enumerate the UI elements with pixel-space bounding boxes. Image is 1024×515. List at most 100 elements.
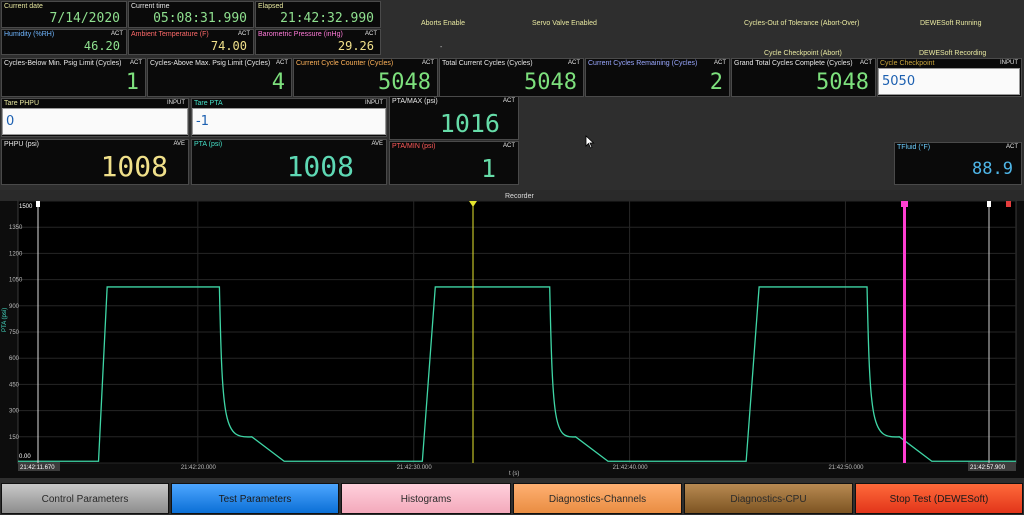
tare-pta-label: Tare PTA	[194, 100, 223, 107]
x-tick-label: 21:42:50.000	[828, 465, 864, 471]
x-axis-label: t (s)	[509, 471, 519, 477]
pta-tile: PTA (psi) AVE 1008	[191, 139, 387, 185]
phpu-value: 1008	[100, 150, 168, 183]
recorder-title: Recorder	[505, 193, 534, 200]
tare-pta-tag: INPUT	[365, 100, 383, 106]
y-tick-label: 1050	[9, 278, 23, 284]
cycles-below-min-tile: Cycles-Below Min. Psig Limit (Cycles) AC…	[1, 58, 146, 97]
stop-test-button[interactable]: Stop Test (DEWESoft)	[855, 483, 1023, 514]
current-time-value: 05:08:31.990	[153, 11, 247, 26]
cycle-checkpoint-tag: INPUT	[1000, 60, 1018, 66]
phpu-tile: PHPU (psi) AVE 1008	[1, 139, 189, 185]
tare-phpu-input[interactable]	[2, 108, 188, 135]
cycles-out-status: Cycles-Out of Tolerance (Abort-Over)	[744, 20, 860, 27]
pta-max-value: 1016	[439, 109, 500, 138]
phpu-tag: AVE	[173, 141, 185, 147]
pta-tag: AVE	[371, 141, 383, 147]
mouse-cursor-icon	[585, 135, 595, 149]
barometric-pressure-value: 29.26	[337, 39, 374, 53]
cycles-remaining-tag: ACT	[714, 60, 726, 66]
humidity-tile: Humidity (%RH) ACT 46.20	[1, 29, 127, 55]
y-min-label: 0.00	[19, 454, 31, 460]
cycles-above-max-tag: ACT	[276, 60, 288, 66]
tare-pta-input[interactable]	[192, 108, 386, 135]
dewesoft-recording-status: DEWESoft Recording	[919, 50, 987, 57]
test-parameters-button[interactable]: Test Parameters	[171, 483, 339, 514]
current-date-tile: Current date 7/14/2020	[1, 1, 127, 28]
cycles-below-min-value: 1	[125, 70, 139, 95]
elapsed-tile: Elapsed 21:42:32.990	[255, 1, 381, 28]
y-tick-label: 150	[9, 435, 20, 441]
cycles-remaining-tile: Current Cycles Remaining (Cycles) ACT 2	[585, 58, 730, 97]
current-cycle-counter-value: 5048	[378, 70, 431, 95]
humidity-value: 46.20	[83, 39, 120, 53]
pta-max-tag: ACT	[503, 98, 515, 104]
end-cursor-handle[interactable]	[987, 201, 991, 207]
current-time-label: Current time	[131, 3, 170, 10]
current-date-value: 7/14/2020	[49, 11, 120, 26]
y-range-label: 1500	[19, 204, 33, 210]
x-tick-label: 21:42:20.000	[181, 465, 217, 471]
pta-max-tile: PTA/MAX (psi) ACT 1016	[389, 96, 519, 140]
diagnostics-channels-button[interactable]: Diagnostics-Channels	[513, 483, 682, 514]
pta-label: PTA (psi)	[194, 141, 223, 148]
x-tick-label: 21:42:30.000	[397, 465, 433, 471]
y-tick-label: 300	[9, 409, 20, 415]
grand-total-cycles-label: Grand Total Cycles Complete (Cycles)	[734, 60, 853, 67]
magenta-marker-line[interactable]	[903, 201, 906, 463]
diagnostics-cpu-button[interactable]: Diagnostics-CPU	[684, 483, 853, 514]
current-time-tile: Current time 05:08:31.990	[128, 1, 254, 28]
start-cursor-handle[interactable]	[36, 201, 40, 207]
barometric-pressure-label: Barometric Pressure (inHg)	[258, 31, 343, 38]
ambient-temperature-label: Ambient Temperature (F)	[131, 31, 209, 38]
pta-min-label: PTA/MIN (psi)	[392, 143, 436, 150]
humidity-tag: ACT	[111, 31, 123, 37]
x-tick-label: 21:42:40.000	[613, 465, 649, 471]
total-current-cycles-value: 5048	[524, 70, 577, 95]
current-cycle-counter-tile: Current Cycle Counter (Cycles) ACT 5048	[293, 58, 438, 97]
current-cycle-counter-tag: ACT	[422, 60, 434, 66]
recorder-chart[interactable]: Recorder 150300450600750900105012001350 …	[0, 190, 1024, 478]
y-tick-label: 750	[9, 330, 20, 336]
pta-min-tile: PTA/MIN (psi) ACT 1	[389, 141, 519, 185]
pta-min-value: 1	[480, 154, 496, 183]
histograms-button[interactable]: Histograms	[341, 483, 511, 514]
ambient-temperature-value: 74.00	[210, 39, 247, 53]
tare-phpu-label: Tare PHPU	[4, 100, 40, 107]
cycles-above-max-tile: Cycles-Above Max. Psig Limit (Cycles) AC…	[147, 58, 292, 97]
end-time-label: 21:42:57.900	[970, 465, 1006, 471]
pta-max-label: PTA/MAX (psi)	[392, 98, 438, 105]
y-tick-label: 1200	[9, 251, 23, 257]
cycle-checkpoint-label: Cycle Checkpoint	[880, 60, 935, 67]
elapsed-value: 21:42:32.990	[280, 11, 374, 26]
y-tick-label: 600	[9, 356, 20, 362]
control-parameters-button[interactable]: Control Parameters	[1, 483, 169, 514]
y-tick-label: 1350	[9, 225, 23, 231]
humidity-label: Humidity (%RH)	[4, 31, 55, 38]
grand-total-cycles-value: 5048	[816, 70, 869, 95]
aborts-enable-status: Aborts Enable	[421, 20, 465, 27]
cycles-remaining-label: Current Cycles Remaining (Cycles)	[588, 60, 698, 67]
cycles-below-min-tag: ACT	[130, 60, 142, 66]
servo-valve-status: Servo Valve Enabled	[532, 20, 597, 27]
cycles-below-min-label: Cycles-Below Min. Psig Limit (Cycles)	[4, 60, 122, 67]
elapsed-label: Elapsed	[258, 3, 284, 10]
cycles-above-max-value: 4	[271, 70, 285, 95]
tfluid-tag: ACT	[1006, 144, 1018, 150]
phpu-label: PHPU (psi)	[4, 141, 40, 148]
current-cycle-counter-label: Current Cycle Counter (Cycles)	[296, 60, 394, 67]
pta-value: 1008	[286, 150, 354, 183]
cycles-remaining-value: 2	[709, 70, 723, 95]
cycle-checkpoint-input[interactable]	[878, 68, 1020, 95]
y-axis-label: PTA (psi)	[2, 308, 8, 332]
total-current-cycles-tag: ACT	[568, 60, 580, 66]
y-tick-label: 900	[9, 304, 20, 310]
red-marker-handle[interactable]	[1006, 201, 1011, 207]
tfluid-value: 88.9	[972, 159, 1013, 179]
dewesoft-running-status: DEWESoft Running	[920, 20, 982, 27]
magenta-marker-handle[interactable]	[901, 201, 908, 207]
grand-total-cycles-tag: ACT	[860, 60, 872, 66]
total-current-cycles-label: Total Current Cycles (Cycles)	[442, 60, 533, 67]
cycle-checkpoint-abort-status: Cycle Checkpoint (Abort)	[764, 50, 842, 57]
total-current-cycles-tile: Total Current Cycles (Cycles) ACT 5048	[439, 58, 584, 97]
